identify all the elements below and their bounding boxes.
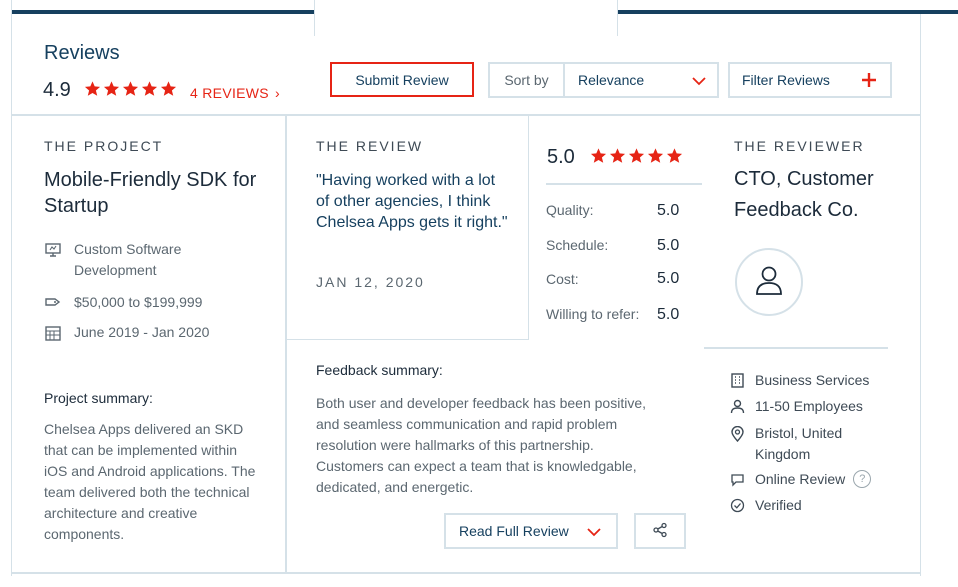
project-budget-text: $50,000 to $199,999 xyxy=(74,294,203,310)
review-date: JAN 12, 2020 xyxy=(316,274,425,290)
divider xyxy=(546,183,702,185)
person-icon xyxy=(730,396,755,414)
score-label-refer: Willing to refer: xyxy=(546,306,640,322)
star-icon xyxy=(609,148,626,163)
top-bar-right xyxy=(618,10,958,14)
reviews-count-label: 4 REVIEWS xyxy=(190,85,269,101)
score-label-cost: Cost: xyxy=(546,271,579,287)
score-label-schedule: Schedule: xyxy=(546,237,609,253)
reviewer-verified: Verified xyxy=(730,495,802,516)
reviewer-industry: Business Services xyxy=(730,370,869,391)
divider xyxy=(11,572,921,574)
divider xyxy=(285,114,287,572)
reviewer-location: Bristol, United Kingdom xyxy=(730,423,890,465)
share-icon xyxy=(652,522,668,541)
calendar-icon xyxy=(44,322,74,341)
reviewer-verified-text: Verified xyxy=(755,497,802,513)
review-quote: "Having worked with a lot of other agenc… xyxy=(316,172,508,231)
plus-icon xyxy=(861,70,877,93)
avatar xyxy=(735,248,803,316)
price-tag-icon xyxy=(44,292,74,309)
review-overall-score: 5.0 xyxy=(547,146,575,168)
star-icon xyxy=(122,81,139,96)
location-pin-icon xyxy=(730,423,755,442)
score-value-schedule: 5.0 xyxy=(657,237,680,254)
reviewer-section-label: THE REVIEWER xyxy=(734,138,865,154)
star-icon xyxy=(666,148,683,163)
chevron-right-icon: › xyxy=(274,85,280,101)
feedback-summary: Both user and developer feedback has bee… xyxy=(316,395,647,495)
divider xyxy=(11,114,921,116)
reviewer-location-text: Bristol, United Kingdom xyxy=(755,425,843,462)
divider xyxy=(528,114,529,340)
project-timeline-text: June 2019 - Jan 2020 xyxy=(74,324,210,340)
check-circle-icon xyxy=(730,495,755,513)
help-icon[interactable]: ? xyxy=(853,470,872,488)
reviewer-title: CTO, Customer Feedback Co. xyxy=(734,168,874,221)
project-budget: $50,000 to $199,999 xyxy=(44,292,202,313)
project-summary: Chelsea Apps delivered an SKD that can b… xyxy=(44,421,256,542)
monitor-icon xyxy=(44,239,74,258)
reviewer-company-size: 11-50 Employees xyxy=(730,396,863,417)
filter-reviews-button[interactable]: Filter Reviews xyxy=(728,62,892,98)
user-icon xyxy=(752,263,786,302)
review-section-label: THE REVIEW xyxy=(316,138,424,154)
reviewer-industry-text: Business Services xyxy=(755,372,870,388)
star-icon xyxy=(628,148,645,163)
project-title: Mobile-Friendly SDK for Startup xyxy=(44,169,257,217)
reviewer-company-size-text: 11-50 Employees xyxy=(755,398,863,414)
score-value-refer: 5.0 xyxy=(657,306,680,323)
read-full-review-label: Read Full Review xyxy=(459,523,569,539)
project-service: Custom Software Development xyxy=(44,239,244,281)
overall-stars xyxy=(84,80,177,97)
divider xyxy=(287,339,529,340)
star-icon xyxy=(160,81,177,96)
submit-review-button[interactable]: Submit Review xyxy=(330,62,474,97)
read-full-review-button[interactable]: Read Full Review xyxy=(444,513,618,549)
feedback-summary-label: Feedback summary: xyxy=(316,362,443,378)
share-button[interactable] xyxy=(634,513,686,549)
sort-value: Relevance xyxy=(578,72,645,88)
top-divider-1 xyxy=(314,0,315,36)
reviewer-review-type: Online Review ? xyxy=(730,469,872,490)
score-value-quality: 5.0 xyxy=(657,202,680,219)
star-icon xyxy=(103,81,120,96)
star-icon xyxy=(590,148,607,163)
top-bar-left xyxy=(12,10,314,14)
chevron-down-icon xyxy=(586,525,602,541)
top-nav-bar xyxy=(0,0,958,36)
card-edge-right xyxy=(920,14,921,36)
filter-label: Filter Reviews xyxy=(742,72,830,88)
top-divider-2 xyxy=(617,0,618,36)
card-edge-left xyxy=(11,0,12,36)
overall-rating: 4.9 xyxy=(43,79,71,101)
reviewer-review-type-text: Online Review xyxy=(755,471,846,487)
star-icon xyxy=(84,81,101,96)
score-value-cost: 5.0 xyxy=(657,270,680,287)
star-icon xyxy=(647,148,664,163)
project-timeline: June 2019 - Jan 2020 xyxy=(44,322,209,343)
sort-select[interactable]: Relevance xyxy=(565,64,717,96)
review-stars xyxy=(590,147,683,164)
sort-label: Sort by xyxy=(490,64,565,96)
chevron-down-icon xyxy=(691,74,707,90)
project-summary-label: Project summary: xyxy=(44,390,153,406)
reviews-title: Reviews xyxy=(44,42,120,64)
project-service-text: Custom Software Development xyxy=(74,241,182,278)
reviews-count-link[interactable]: 4 REVIEWS › xyxy=(190,85,280,101)
project-section-label: THE PROJECT xyxy=(44,138,164,154)
divider xyxy=(704,347,888,349)
building-icon xyxy=(730,370,755,388)
sort-dropdown[interactable]: Sort by Relevance xyxy=(488,62,719,98)
star-icon xyxy=(141,81,158,96)
score-label-quality: Quality: xyxy=(546,202,594,218)
chat-icon xyxy=(730,469,755,487)
